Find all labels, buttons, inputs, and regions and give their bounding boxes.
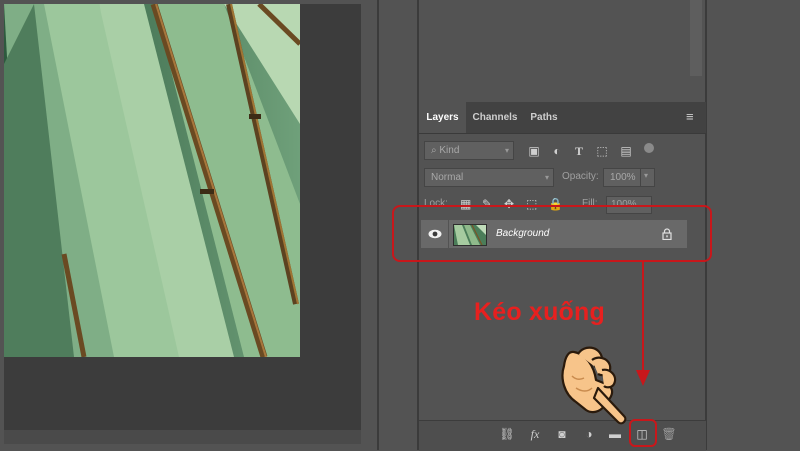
layers-panel-tabbar: Layers Channels Paths	[419, 102, 706, 134]
opacity-input[interactable]: 100%	[603, 168, 641, 187]
adjustment-filter-icon[interactable]: ◐	[549, 143, 565, 159]
blend-mode-dropdown[interactable]: Normal ▾	[424, 168, 554, 187]
top-panel-scrollbar[interactable]	[690, 0, 702, 76]
filter-toggle-icon[interactable]	[644, 143, 654, 153]
arrow-down-icon	[636, 370, 650, 386]
tab-paths[interactable]: Paths	[524, 102, 564, 133]
chevron-down-icon: ▾	[544, 173, 549, 182]
annotation-text: Kéo xuống	[474, 298, 605, 326]
fx-icon[interactable]: fx	[526, 426, 544, 442]
document-image[interactable]	[4, 4, 300, 357]
kind-filter-label: Kind	[439, 145, 460, 156]
adjustment-icon[interactable]: ◑	[580, 426, 598, 442]
link-icon[interactable]: ⛓	[498, 426, 516, 442]
bamboo-leaves-photo	[4, 4, 300, 357]
kind-filter-dropdown[interactable]: ⌕ Kind ▾	[424, 141, 514, 160]
folder-icon[interactable]: ▬	[606, 426, 624, 442]
horizontal-scrollbar[interactable]	[4, 430, 361, 444]
blend-mode-value: Normal	[431, 172, 464, 183]
tab-layers[interactable]: Layers	[419, 102, 466, 133]
chevron-down-icon: ▾	[644, 171, 649, 180]
panel-divider	[377, 0, 379, 450]
shape-filter-icon[interactable]: ⬚	[594, 143, 610, 159]
search-icon: ⌕	[431, 145, 437, 156]
opacity-label: Opacity:	[562, 171, 599, 182]
chevron-down-icon: ▾	[504, 146, 509, 155]
layer-highlight-annotation	[392, 205, 712, 262]
arrow-line	[642, 262, 644, 372]
smart-object-filter-icon[interactable]: ▤	[618, 143, 634, 159]
pointing-hand-icon	[561, 346, 627, 425]
trash-icon[interactable]: 🗑	[660, 426, 678, 442]
tab-channels[interactable]: Channels	[468, 102, 522, 133]
type-filter-icon[interactable]: T	[571, 143, 587, 159]
panel-menu-icon[interactable]: ≡	[686, 110, 700, 124]
image-filter-icon[interactable]: ▣	[526, 143, 542, 159]
mask-icon[interactable]: ◙	[553, 426, 571, 442]
opacity-slider-button[interactable]: ▾	[640, 168, 655, 187]
